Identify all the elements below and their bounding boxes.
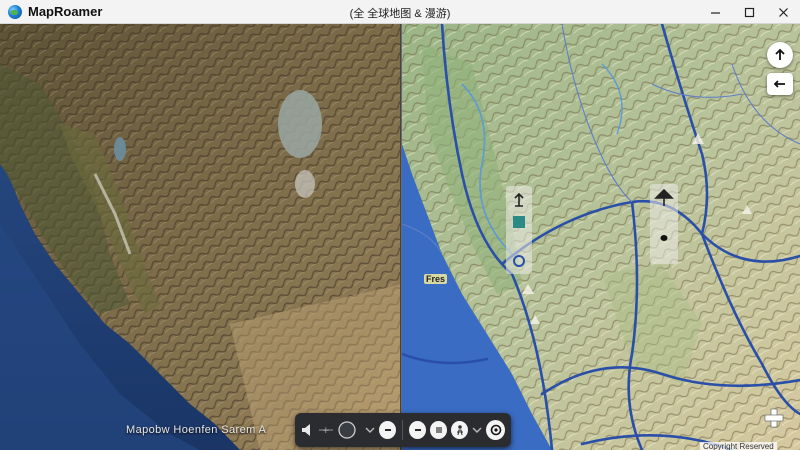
minimize-icon <box>710 11 720 14</box>
terrain-map-pane[interactable] <box>402 24 800 450</box>
speaker-button[interactable] <box>301 423 313 437</box>
locate-button[interactable] <box>486 420 505 440</box>
window-controls <box>698 0 800 24</box>
arrow-up-icon <box>775 48 785 60</box>
attribution-text: Copyright Reserved <box>700 442 777 450</box>
person-button[interactable] <box>451 421 469 439</box>
layers-icon <box>435 427 442 433</box>
svg-text:+: + <box>322 426 330 436</box>
right-control-strip <box>650 184 678 264</box>
back-button[interactable] <box>767 73 793 95</box>
terrain-map <box>402 24 800 450</box>
arrow-left-icon <box>773 80 785 88</box>
north-button[interactable] <box>767 42 793 68</box>
slider-track: + <box>319 421 356 439</box>
locate-icon <box>490 424 501 436</box>
satellite-map <box>0 24 402 450</box>
window-title: (全 全球地图 & 漫游) <box>349 8 451 20</box>
chevron-down-icon <box>365 427 375 433</box>
dropdown-button-2[interactable] <box>472 426 482 434</box>
chevron-down-icon <box>472 427 482 433</box>
globe-icon <box>8 4 22 19</box>
minus-icon <box>384 429 391 431</box>
layers-button[interactable] <box>430 421 448 439</box>
add-button[interactable] <box>762 406 786 430</box>
volume-slider[interactable]: + <box>317 419 361 441</box>
app-name: MapRoamer <box>28 4 103 19</box>
control-strip-icons-2 <box>654 188 674 241</box>
bottom-toolbar: + <box>295 413 511 447</box>
minus-icon <box>414 429 421 431</box>
minimize-button[interactable] <box>698 0 732 24</box>
maximize-icon <box>744 7 754 17</box>
control-strip-icons <box>513 192 525 267</box>
zoom-out-button-2[interactable] <box>408 421 427 439</box>
speaker-icon <box>302 424 310 436</box>
title-bar: MapRoamer (全 全球地图 & 漫游) <box>0 0 800 24</box>
close-button[interactable] <box>766 0 800 24</box>
map-caption: Mapobw Hoenfen Sarem A <box>126 424 267 436</box>
maximize-button[interactable] <box>732 0 766 24</box>
satellite-map-pane[interactable]: Mapobw Hoenfen Sarem A <box>0 24 402 450</box>
left-control-strip <box>506 186 532 274</box>
toolbar-separator <box>402 420 403 440</box>
plus-icon <box>764 408 784 428</box>
zoom-out-button[interactable] <box>379 421 397 439</box>
close-icon <box>778 7 788 17</box>
person-icon <box>456 425 463 436</box>
dropdown-button[interactable] <box>365 426 375 434</box>
city-label: Fres <box>424 274 448 284</box>
